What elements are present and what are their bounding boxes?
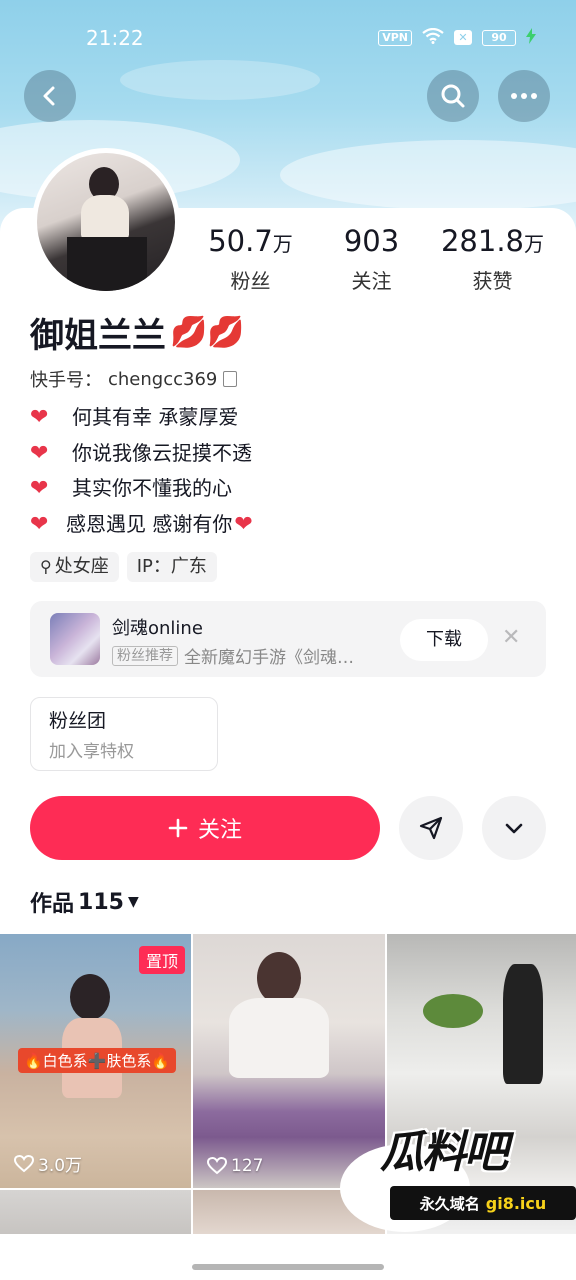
profile-name-text: 御姐兰兰 bbox=[30, 316, 166, 356]
lips-icon: 💋💋 bbox=[170, 315, 245, 350]
user-id-label: 快手号： bbox=[30, 370, 102, 391]
thumbnail-plant bbox=[423, 994, 483, 1028]
avatar-image bbox=[37, 153, 175, 291]
stat-following[interactable]: 903 关注 bbox=[311, 222, 432, 294]
heart-icon: ❤ bbox=[30, 476, 49, 501]
heart-outline-icon bbox=[14, 1154, 34, 1172]
video-overlay-label: 🔥白色系➕肤色系🔥 bbox=[18, 1048, 177, 1073]
zodiac-icon: ⚲ bbox=[40, 557, 52, 576]
stat-unit: 万 bbox=[524, 232, 545, 256]
stat-label: 获赞 bbox=[472, 269, 513, 293]
works-label: 作品 bbox=[30, 892, 75, 917]
thumbnail-figure bbox=[229, 998, 329, 1078]
wifi-icon bbox=[422, 27, 444, 47]
close-icon[interactable]: ✕ bbox=[502, 625, 520, 650]
more-button[interactable] bbox=[498, 70, 550, 122]
status-icons: VPN ✕ 90 bbox=[378, 27, 536, 47]
user-id-value: chengcc369 bbox=[108, 368, 218, 390]
fan-club-subtitle: 加入享特权 bbox=[49, 742, 134, 762]
game-thumbnail bbox=[50, 613, 100, 665]
ad-badge: 粉丝推荐 bbox=[112, 645, 178, 666]
search-button[interactable] bbox=[427, 70, 479, 122]
heart-icon: ❤ bbox=[30, 405, 49, 430]
battery-icon: 90 bbox=[482, 29, 516, 46]
thumbnail-figure bbox=[70, 974, 110, 1020]
tag-ip-location: IP：广东 bbox=[126, 552, 217, 582]
bio-line: ❤ 你说我像云捉摸不透 bbox=[30, 436, 262, 472]
status-time: 21:22 bbox=[86, 26, 144, 50]
download-button[interactable]: 下载 bbox=[400, 619, 488, 661]
works-count: 115 bbox=[78, 889, 124, 915]
profile-name: 御姐兰兰 💋💋 bbox=[30, 308, 245, 357]
watermark-domain: gi8.icu bbox=[485, 1193, 547, 1213]
profile-bio: ❤ 何其有幸 承蒙厚爱 ❤ 你说我像云捉摸不透 ❤ 其实你不懂我的心 ❤ 感恩遇见 感谢… bbox=[30, 400, 262, 542]
watermark-caption-text: 永久域名 bbox=[419, 1194, 480, 1213]
copy-icon[interactable] bbox=[223, 371, 238, 387]
tag-zodiac[interactable]: ⚲ 处女座 bbox=[30, 552, 119, 582]
vpn-icon: VPN bbox=[378, 29, 412, 46]
video-likes-count: 3.0万 bbox=[38, 1156, 83, 1176]
fan-club-title: 粉丝团 bbox=[49, 710, 107, 732]
stat-value: 903 bbox=[343, 224, 400, 258]
user-id-row: 快手号： chengcc369 bbox=[30, 366, 238, 392]
expand-button[interactable] bbox=[482, 796, 546, 860]
sim-off-icon: ✕ bbox=[454, 30, 472, 45]
stat-label: 粉丝 bbox=[230, 269, 271, 293]
more-icon bbox=[511, 93, 537, 99]
video-likes: 3.0万 bbox=[14, 1151, 82, 1176]
heart-icon: ❤ bbox=[30, 440, 49, 466]
fan-club-card[interactable]: 粉丝团 加入享特权 bbox=[30, 697, 218, 771]
search-icon bbox=[441, 84, 465, 108]
tag-zodiac-label: 处女座 bbox=[54, 556, 109, 577]
back-icon bbox=[43, 86, 55, 106]
caret-down-icon: ▼ bbox=[127, 894, 139, 910]
thumbnail-figure bbox=[257, 952, 301, 1004]
works-tab[interactable]: 作品 115 ▼ bbox=[30, 886, 139, 918]
watermark-logo: 瓜料吧 bbox=[380, 1127, 508, 1178]
ad-subtitle: 全新魔幻手游《剑魂… bbox=[184, 648, 354, 668]
thumbnail-figure bbox=[503, 964, 543, 1084]
bio-text: 何其有幸 承蒙厚爱 bbox=[72, 405, 239, 429]
bio-text: 其实你不懂我的心 bbox=[72, 476, 232, 500]
stat-followers[interactable]: 50.7万 粉丝 bbox=[190, 222, 311, 294]
plus-icon bbox=[168, 818, 188, 838]
heart-icon: ❤ bbox=[30, 511, 49, 537]
stat-label: 关注 bbox=[351, 269, 392, 293]
watermark-caption: 永久域名 gi8.icu bbox=[390, 1186, 576, 1220]
profile-tags: ⚲ 处女座 IP：广东 bbox=[30, 552, 217, 582]
video-likes: 127 bbox=[207, 1156, 263, 1176]
send-icon bbox=[419, 816, 443, 840]
follow-button-label: 关注 bbox=[197, 818, 242, 843]
video-likes-count: 127 bbox=[231, 1156, 264, 1176]
follow-button[interactable]: 关注 bbox=[30, 796, 380, 860]
watermark: 瓜料吧 永久域名 gi8.icu bbox=[340, 1116, 576, 1232]
bio-line: ❤ 感恩遇见 感谢有你 ❤ bbox=[30, 507, 262, 543]
heart-outline-icon bbox=[207, 1157, 227, 1175]
stat-value: 281.8 bbox=[440, 224, 525, 258]
status-bar: 21:22 VPN ✕ 90 bbox=[0, 0, 576, 76]
charging-icon bbox=[526, 28, 536, 47]
ad-card[interactable]: 剑魂online 粉丝推荐 全新魔幻手游《剑魂… 下载 ✕ bbox=[30, 601, 546, 677]
bio-line: ❤ 其实你不懂我的心 bbox=[30, 471, 262, 507]
home-indicator[interactable] bbox=[192, 1264, 384, 1270]
bio-line: ❤ 何其有幸 承蒙厚爱 bbox=[30, 400, 262, 436]
video-thumbnail[interactable]: 置顶 🔥白色系➕肤色系🔥 3.0万 bbox=[0, 934, 191, 1188]
profile-stats: 50.7万 粉丝 903 关注 281.8万 获赞 bbox=[190, 222, 560, 294]
video-thumbnail[interactable] bbox=[0, 1190, 191, 1234]
stat-unit: 万 bbox=[272, 232, 293, 256]
share-button[interactable] bbox=[399, 796, 463, 860]
heart-icon: ❤ bbox=[234, 511, 253, 537]
ad-subtitle-row: 粉丝推荐 全新魔幻手游《剑魂… bbox=[112, 643, 354, 668]
avatar[interactable] bbox=[32, 148, 180, 296]
back-button[interactable] bbox=[24, 70, 76, 122]
pinned-badge: 置顶 bbox=[138, 946, 185, 974]
stat-value: 50.7 bbox=[208, 224, 273, 258]
bio-text: 感恩遇见 感谢有你 bbox=[66, 511, 233, 536]
stat-likes[interactable]: 281.8万 获赞 bbox=[432, 222, 553, 294]
bio-text: 你说我像云捉摸不透 bbox=[72, 440, 252, 465]
chevron-down-icon bbox=[505, 823, 523, 834]
tag-ip-label: IP：广东 bbox=[136, 556, 207, 577]
ad-title: 剑魂online bbox=[112, 618, 203, 639]
